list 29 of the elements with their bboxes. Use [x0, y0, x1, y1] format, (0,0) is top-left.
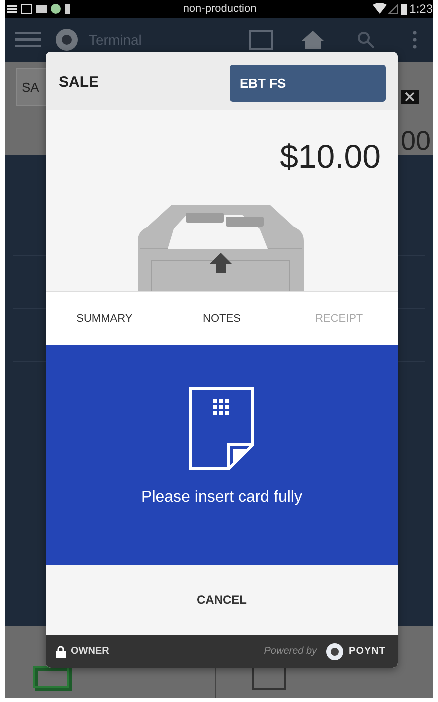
search-icon[interactable]: [357, 31, 375, 49]
more-icon[interactable]: [413, 31, 417, 49]
tender-button[interactable]: EBT FS: [230, 65, 386, 102]
logo-icon: [326, 642, 344, 660]
logo-icon: [55, 28, 79, 52]
amount-text: 00: [400, 128, 431, 155]
menu-icon[interactable]: [15, 32, 41, 48]
tab[interactable]: NOTES: [163, 306, 281, 330]
lock-icon: [56, 646, 66, 658]
signal-battery-icon: [372, 3, 407, 15]
home-icon[interactable]: [301, 30, 325, 50]
powered-by-text: Powered by: [264, 646, 318, 657]
prompt-text: Please insert card fully: [142, 489, 302, 507]
list-icon: [7, 5, 17, 13]
clock-time: 1:23: [410, 2, 434, 16]
card-icon: [36, 5, 47, 13]
dialog-title: SALE: [59, 73, 100, 91]
amount-text: $10.00: [280, 140, 381, 173]
cancel-button[interactable]: CANCEL: [183, 583, 261, 617]
window-icon[interactable]: [249, 30, 273, 50]
tab[interactable]: SUMMARY: [46, 306, 164, 330]
cash-icon[interactable]: [33, 666, 73, 692]
brand-name: POYNT: [349, 646, 386, 657]
user-label: OWNER: [71, 646, 110, 657]
screen-icon: [21, 4, 32, 14]
environment-label: non-production: [183, 3, 257, 15]
card-insert-icon: [189, 387, 255, 471]
battery-icon: [65, 4, 70, 14]
close-icon[interactable]: [401, 90, 419, 104]
